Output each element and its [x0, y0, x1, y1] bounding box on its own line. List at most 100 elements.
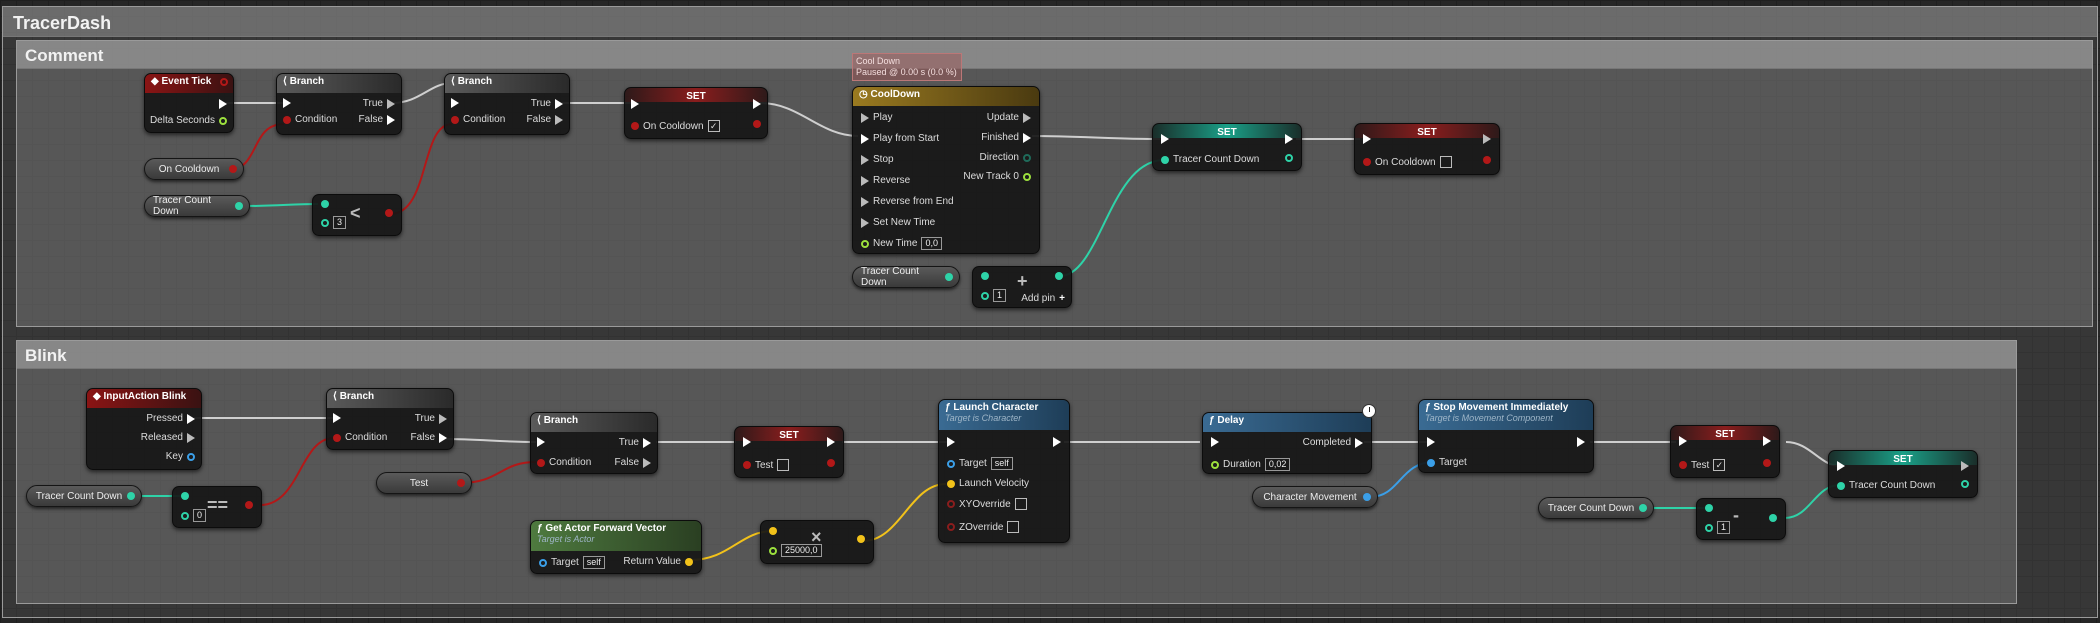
update-pin[interactable]: Update [987, 112, 1031, 123]
exec-out-pin[interactable] [753, 99, 761, 109]
int-a-pin[interactable] [321, 200, 329, 208]
tracer-input-pin[interactable]: Tracer Count Down [1837, 480, 1935, 491]
exec-out-pin[interactable] [1961, 461, 1969, 471]
object-pin-icon[interactable] [1363, 493, 1371, 501]
int-pin-icon[interactable] [1639, 504, 1647, 512]
int-out-pin[interactable] [1055, 272, 1063, 280]
int-pin-icon[interactable] [127, 492, 135, 500]
test-input-pin[interactable]: Test [743, 459, 790, 471]
new-time-value[interactable]: 0,0 [921, 237, 942, 250]
branch-node-4[interactable]: ⟨ Branch Condition True False [530, 412, 658, 474]
released-pin[interactable]: Released [141, 432, 195, 443]
branch-node-3[interactable]: ⟨ Branch Condition True False [326, 388, 454, 450]
completed-pin[interactable]: Completed [1303, 437, 1363, 448]
exec-out-pin[interactable] [1053, 437, 1061, 447]
oncooldown-output-pin[interactable] [753, 120, 761, 128]
oncooldown-input-pin[interactable]: On Cooldown ✓ [631, 120, 720, 132]
tracer-input-pin[interactable]: Tracer Count Down [1161, 154, 1259, 165]
condition-pin[interactable]: Condition [451, 114, 505, 125]
oncooldown-input-pin[interactable]: On Cooldown [1363, 156, 1452, 168]
new-track-pin[interactable]: New Track 0 [963, 171, 1031, 182]
set-test-node-1[interactable]: SET Test [734, 426, 844, 478]
true-pin[interactable]: True [363, 98, 395, 109]
condition-pin[interactable]: Condition [333, 432, 387, 443]
stop-movement-node[interactable]: ƒ Stop Movement Immediately Target is Mov… [1418, 399, 1594, 473]
branch-node-2[interactable]: ⟨ Branch Condition True False [444, 73, 570, 135]
int-b-pin[interactable]: 0 [181, 509, 207, 522]
int-b-value[interactable]: 3 [333, 216, 347, 229]
duration-pin[interactable]: Duration 0,02 [1211, 458, 1291, 471]
checkbox-unchecked[interactable] [1439, 156, 1452, 168]
var-test[interactable]: Test [376, 472, 472, 494]
target-pin[interactable]: Target [1427, 457, 1467, 468]
new-time-pin[interactable]: New Time 0,0 [861, 237, 942, 250]
oncooldown-output-pin[interactable] [1483, 156, 1491, 164]
exec-in-pin[interactable] [1363, 134, 1371, 144]
target-self-value[interactable]: self [582, 556, 605, 569]
delta-seconds-pin[interactable]: Delta Seconds [150, 115, 227, 126]
key-pin[interactable]: Key [166, 451, 195, 462]
reverse-pin[interactable]: Reverse [861, 175, 910, 186]
false-pin[interactable]: False [411, 432, 447, 443]
int-pin-icon[interactable] [235, 202, 243, 210]
condition-pin[interactable]: Condition [537, 457, 591, 468]
exec-in-pin[interactable] [283, 98, 291, 108]
var-tracer-count-down[interactable]: Tracer Count Down [852, 266, 960, 288]
false-pin[interactable]: False [615, 457, 651, 468]
exec-in-pin[interactable] [1427, 437, 1435, 447]
set-tracer-node-2[interactable]: SET Tracer Count Down [1828, 450, 1978, 498]
tracer-output-pin[interactable] [1961, 480, 1969, 488]
int-b-pin[interactable]: 1 [1705, 521, 1731, 534]
equal-node[interactable]: 0 == [172, 486, 262, 528]
int-a-pin[interactable] [181, 492, 189, 500]
add-pin-button[interactable]: + Add pin [1021, 293, 1065, 304]
add-node[interactable]: 1 + + Add pin [972, 266, 1072, 308]
bool-pin-icon[interactable] [229, 165, 237, 173]
exec-out-pin[interactable] [1285, 134, 1293, 144]
int-out-pin[interactable] [1769, 514, 1777, 522]
test-input-pin[interactable]: Test ✓ [1679, 459, 1726, 471]
set-tracer-node-1[interactable]: SET Tracer Count Down [1152, 123, 1302, 171]
branch-node-1[interactable]: ⟨ Branch Condition True False [276, 73, 402, 135]
delegate-pin-icon[interactable] [220, 78, 228, 86]
zoverride-pin[interactable]: ZOverride [947, 521, 1020, 533]
true-pin[interactable]: True [619, 437, 651, 448]
exec-out-pin[interactable] [827, 437, 835, 447]
get-actor-forward-vector-node[interactable]: ƒ Get Actor Forward Vector Target is Acto… [530, 520, 702, 574]
target-self-value[interactable]: self [990, 457, 1013, 470]
exec-out-pin[interactable] [1483, 134, 1491, 144]
target-pin[interactable]: Target self [947, 457, 1013, 470]
multiply-node[interactable]: 25000,0 × [760, 520, 874, 564]
checkbox-unchecked[interactable] [777, 459, 790, 471]
int-b-value[interactable]: 1 [993, 289, 1007, 302]
exec-in-pin[interactable] [631, 99, 639, 109]
target-pin[interactable]: Target self [539, 556, 605, 569]
int-b-value[interactable]: 1 [1717, 521, 1731, 534]
delay-node[interactable]: ƒ Delay Completed Duration 0,02 [1202, 412, 1372, 474]
xyoverride-pin[interactable]: XYOverride [947, 498, 1027, 510]
direction-pin[interactable]: Direction [980, 152, 1031, 163]
return-value-pin[interactable]: Return Value [623, 556, 693, 567]
exec-in-pin[interactable] [1679, 436, 1687, 446]
vector-out-pin[interactable] [857, 535, 865, 543]
finished-pin[interactable]: Finished [981, 132, 1031, 143]
true-pin[interactable]: True [415, 413, 447, 424]
int-pin-icon[interactable] [945, 273, 953, 281]
set-oncooldown-node-2[interactable]: SET On Cooldown [1354, 123, 1500, 175]
set-new-time-pin[interactable]: Set New Time [861, 217, 935, 228]
var-tracer-count-down[interactable]: Tracer Count Down [144, 195, 250, 217]
exec-in-pin[interactable] [537, 437, 545, 447]
checkbox-checked[interactable]: ✓ [707, 120, 720, 132]
exec-in-pin[interactable] [743, 437, 751, 447]
tracer-output-pin[interactable] [1285, 154, 1293, 162]
exec-out-pin[interactable] [219, 99, 227, 109]
bool-pin-icon[interactable] [457, 479, 465, 487]
exec-in-pin[interactable] [947, 437, 955, 447]
pressed-pin[interactable]: Pressed [146, 413, 195, 424]
checkbox-unchecked[interactable] [1014, 498, 1027, 510]
less-than-node[interactable]: 3 < [312, 194, 402, 236]
int-b-value[interactable]: 0 [193, 509, 207, 522]
condition-pin[interactable]: Condition [283, 114, 337, 125]
var-tracer-count-down[interactable]: Tracer Count Down [1538, 497, 1654, 519]
int-b-pin[interactable]: 1 [981, 289, 1007, 302]
